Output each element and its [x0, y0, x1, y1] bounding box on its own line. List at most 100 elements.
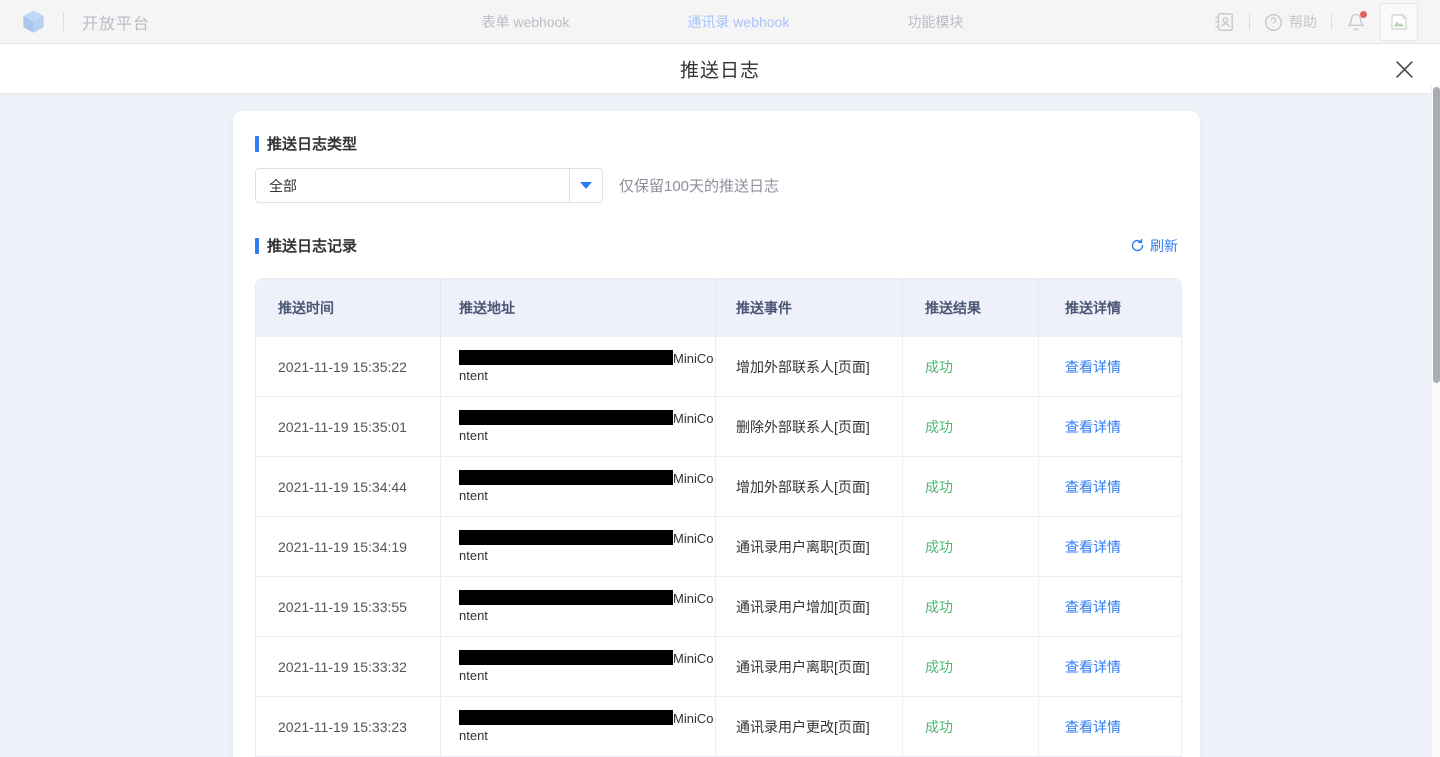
- retention-hint-text: 仅保留100天的推送日志: [619, 175, 779, 196]
- url-wrapped-text: ntent: [459, 427, 713, 444]
- status-success-text: 成功: [925, 659, 953, 675]
- app-logo-cube-icon[interactable]: [20, 8, 47, 35]
- table-row: 2021-11-19 15:34:44MiniContent增加外部联系人[页面…: [256, 457, 1181, 517]
- push-detail-cell: 查看详情: [1039, 337, 1181, 397]
- view-detail-link[interactable]: 查看详情: [1065, 479, 1121, 495]
- push-detail-cell: 查看详情: [1039, 637, 1181, 697]
- url-wrapped-text: ntent: [459, 487, 713, 504]
- vertical-scrollbar-track[interactable]: [1431, 85, 1440, 757]
- table-row: 2021-11-19 15:33:23MiniContent通讯录用户更改[页面…: [256, 697, 1181, 757]
- push-event-cell: 通讯录用户离职[页面]: [716, 517, 903, 577]
- modal-content-area: 推送日志类型 全部 仅保留100天的推送日志 推送日志记录: [0, 94, 1440, 757]
- table-row: 2021-11-19 15:35:22MiniContent增加外部联系人[页面…: [256, 337, 1181, 397]
- url-wrapped-text: ntent: [459, 547, 713, 564]
- section-accent-bar: [255, 238, 259, 254]
- push-time-cell: 2021-11-19 15:33:32: [256, 637, 441, 697]
- close-icon[interactable]: [1392, 57, 1416, 81]
- log-table-body: 2021-11-19 15:35:22MiniContent增加外部联系人[页面…: [256, 337, 1181, 757]
- push-time-cell: 2021-11-19 15:33:55: [256, 577, 441, 637]
- column-header-1: 推送地址: [441, 279, 716, 337]
- toolbar-divider: [1331, 14, 1332, 30]
- redacted-url-bar: [459, 530, 673, 545]
- view-detail-link[interactable]: 查看详情: [1065, 419, 1121, 435]
- push-detail-cell: 查看详情: [1039, 457, 1181, 517]
- notification-bell-icon[interactable]: [1346, 12, 1366, 32]
- select-arrow-button[interactable]: [569, 169, 602, 202]
- push-url-cell: MiniContent: [441, 517, 716, 577]
- push-event-cell: 删除外部联系人[页面]: [716, 397, 903, 457]
- push-detail-cell: 查看详情: [1039, 697, 1181, 757]
- avatar-broken-image[interactable]: [1380, 3, 1418, 41]
- table-row: 2021-11-19 15:35:01MiniContent删除外部联系人[页面…: [256, 397, 1181, 457]
- status-success-text: 成功: [925, 599, 953, 615]
- log-type-select-value: 全部: [256, 176, 569, 196]
- refresh-button[interactable]: 刷新: [1130, 236, 1178, 256]
- modal-title: 推送日志: [680, 55, 760, 82]
- push-time-cell: 2021-11-19 15:34:44: [256, 457, 441, 517]
- redacted-url-bar: [459, 470, 673, 485]
- log-type-section-title: 推送日志类型: [267, 133, 357, 154]
- push-url-cell: MiniContent: [441, 637, 716, 697]
- push-event-cell: 通讯录用户更改[页面]: [716, 697, 903, 757]
- url-visible-tail: MiniCo: [673, 651, 713, 666]
- help-label: 帮助: [1289, 12, 1317, 32]
- notification-badge-dot: [1360, 11, 1367, 18]
- push-event-cell: 增加外部联系人[页面]: [716, 457, 903, 517]
- top-tab-2[interactable]: 功能模块: [907, 12, 963, 32]
- webhook-tab-group: 表单 webhook 通讯录 webhook 功能模块: [481, 0, 963, 44]
- view-detail-link[interactable]: 查看详情: [1065, 659, 1121, 675]
- push-url-cell: MiniContent: [441, 397, 716, 457]
- address-book-icon[interactable]: [1213, 11, 1235, 33]
- help-button[interactable]: 帮助: [1264, 12, 1317, 32]
- help-question-icon: [1264, 13, 1283, 32]
- view-detail-link[interactable]: 查看详情: [1065, 599, 1121, 615]
- redacted-url-bar: [459, 350, 673, 365]
- push-time-cell: 2021-11-19 15:33:23: [256, 697, 441, 757]
- push-url-cell: MiniContent: [441, 697, 716, 757]
- push-result-cell: 成功: [903, 337, 1039, 397]
- push-result-cell: 成功: [903, 517, 1039, 577]
- redacted-url-bar: [459, 410, 673, 425]
- url-wrapped-text: ntent: [459, 607, 713, 624]
- view-detail-link[interactable]: 查看详情: [1065, 539, 1121, 555]
- view-detail-link[interactable]: 查看详情: [1065, 719, 1121, 735]
- redacted-url-bar: [459, 650, 673, 665]
- push-result-cell: 成功: [903, 637, 1039, 697]
- log-records-section-header: 推送日志记录: [255, 235, 357, 256]
- log-type-select[interactable]: 全部: [255, 168, 603, 203]
- url-visible-tail: MiniCo: [673, 471, 713, 486]
- push-result-cell: 成功: [903, 397, 1039, 457]
- top-tab-1[interactable]: 通讯录 webhook: [687, 12, 789, 32]
- push-time-cell: 2021-11-19 15:35:01: [256, 397, 441, 457]
- refresh-label: 刷新: [1150, 236, 1178, 256]
- view-detail-link[interactable]: 查看详情: [1065, 359, 1121, 375]
- top-tab-0[interactable]: 表单 webhook: [481, 12, 569, 32]
- url-visible-tail: MiniCo: [673, 711, 713, 726]
- push-log-card: 推送日志类型 全部 仅保留100天的推送日志 推送日志记录: [233, 111, 1200, 757]
- platform-brand-name: 开放平台: [82, 10, 150, 34]
- url-wrapped-text: ntent: [459, 727, 713, 744]
- top-navigation-bar: 开放平台 表单 webhook 通讯录 webhook 功能模块: [0, 0, 1440, 44]
- status-success-text: 成功: [925, 539, 953, 555]
- log-type-section-header: 推送日志类型: [255, 133, 1178, 154]
- table-row: 2021-11-19 15:33:32MiniContent通讯录用户离职[页面…: [256, 637, 1181, 697]
- status-success-text: 成功: [925, 719, 953, 735]
- column-header-0: 推送时间: [256, 279, 441, 337]
- column-header-4: 推送详情: [1039, 279, 1181, 337]
- brand-divider: [63, 13, 64, 31]
- push-log-table: 推送时间推送地址推送事件推送结果推送详情 2021-11-19 15:35:22…: [255, 278, 1182, 757]
- push-result-cell: 成功: [903, 697, 1039, 757]
- push-url-cell: MiniContent: [441, 457, 716, 517]
- push-url-cell: MiniContent: [441, 577, 716, 637]
- table-row: 2021-11-19 15:33:55MiniContent通讯录用户增加[页面…: [256, 577, 1181, 637]
- table-row: 2021-11-19 15:34:19MiniContent通讯录用户离职[页面…: [256, 517, 1181, 577]
- toolbar-divider: [1249, 14, 1250, 30]
- vertical-scrollbar-thumb[interactable]: [1433, 87, 1440, 383]
- status-success-text: 成功: [925, 479, 953, 495]
- push-event-cell: 增加外部联系人[页面]: [716, 337, 903, 397]
- column-header-3: 推送结果: [903, 279, 1039, 337]
- push-url-cell: MiniContent: [441, 337, 716, 397]
- push-detail-cell: 查看详情: [1039, 517, 1181, 577]
- push-detail-cell: 查看详情: [1039, 577, 1181, 637]
- push-time-cell: 2021-11-19 15:34:19: [256, 517, 441, 577]
